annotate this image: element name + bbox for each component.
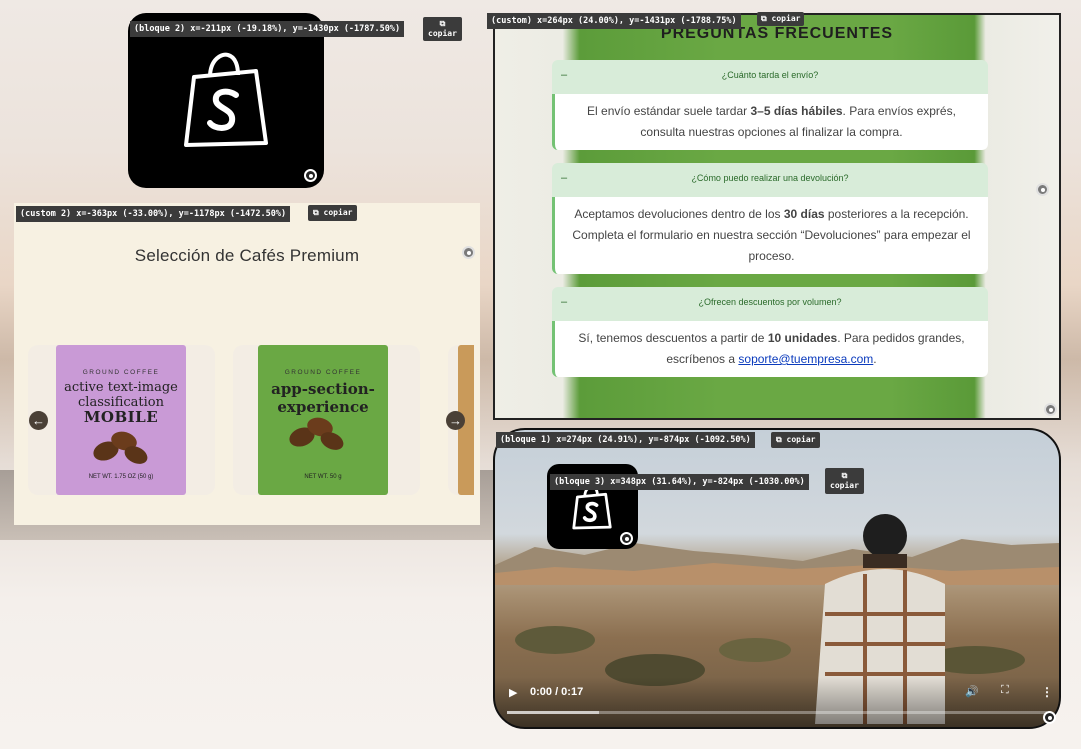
copy-button-faq[interactable]: ⧉ copiar [757, 12, 805, 26]
drag-handle-faq[interactable] [1044, 403, 1057, 416]
carousel-next-button[interactable]: → [446, 411, 465, 430]
copy-icon: ⧉ [776, 435, 782, 444]
coffee-beans-icon [93, 431, 148, 464]
drag-handle-logo-small[interactable] [620, 532, 633, 545]
faq-answer: Sí, tenemos descuentos a partir de 10 un… [552, 321, 988, 377]
copy-label: copiar [786, 435, 816, 444]
carousel-title: Selección de Cafés Premium [134, 246, 360, 265]
faq-question[interactable]: – ¿Ofrecen descuentos por volumen? [552, 287, 988, 321]
product-name-line3: MOBILE [83, 408, 159, 426]
video-progress-bar[interactable] [507, 711, 1047, 714]
copy-icon: ⧉ [313, 208, 319, 217]
faq-answer-bold: 30 días [783, 207, 825, 221]
collapse-icon: – [561, 172, 568, 184]
faq-answer-text: . [873, 352, 877, 366]
position-tag-faq: (custom) x=264px (24.00%), y=-1431px (-1… [487, 13, 741, 29]
faq-answer: Aceptamos devoluciones dentro de los 30 … [552, 197, 988, 274]
shopify-bag-icon [572, 485, 612, 530]
faq-answer-bold: 10 unidades [767, 331, 838, 345]
product-card[interactable]: GROUND COFFEE app-section- experience NE… [233, 345, 420, 495]
faq-section: PREGUNTAS FRECUENTES – ¿Cuánto tarda el … [493, 13, 1061, 420]
faq-question-text: ¿Cuánto tarda el envío? [721, 70, 819, 80]
copy-button-logo-small[interactable]: ⧉ copiar [825, 468, 864, 494]
copy-label: copiar [323, 208, 353, 217]
collapse-icon: – [561, 296, 568, 308]
faq-question-text: ¿Cómo puedo realizar una devolución? [691, 173, 849, 183]
shopify-bag-icon [184, 52, 268, 147]
carousel-track: GROUND COFFEE active text-image classifi… [28, 345, 474, 495]
faq-answer: El envío estándar suele tardar 3–5 días … [552, 94, 988, 150]
copy-icon: ⧉ [761, 14, 767, 23]
copy-label: copiar [428, 29, 457, 38]
copy-icon: ⧉ [439, 19, 446, 28]
product-weight: NET WT. 1.75 OZ (50 g) [88, 474, 154, 480]
collapse-icon: – [561, 69, 568, 81]
copy-label: copiar [830, 481, 859, 490]
video-time: 0:00 / 0:17 [530, 686, 584, 698]
product-weight: NET WT. 50 g [304, 474, 342, 480]
faq-answer-text: Aceptamos devoluciones dentro de los [574, 207, 784, 221]
faq-answer-text: Sí, tenemos descuentos a partir de [578, 331, 768, 345]
drag-handle-video[interactable] [1043, 711, 1056, 724]
position-tag-logo: (bloque 2) x=-211px (-19.18%), y=-1430px… [130, 21, 405, 37]
fullscreen-icon[interactable]: ⛶ [1001, 684, 1009, 697]
product-brand: GROUND COFFEE [284, 369, 362, 376]
support-email-link[interactable]: soporte@tuempresa.com [738, 352, 873, 366]
faq-question[interactable]: – ¿Cuánto tarda el envío? [552, 60, 988, 94]
volume-icon[interactable]: 🔊 [965, 685, 979, 698]
product-brand: GROUND COFFEE [82, 369, 160, 376]
position-tag-video: (bloque 1) x=274px (24.91%), y=-874px (-… [496, 432, 755, 448]
carousel-prev-button[interactable]: ← [29, 411, 48, 430]
position-tag-carousel: (custom 2) x=-363px (-33.00%), y=-1178px… [16, 206, 291, 222]
faq-question[interactable]: – ¿Cómo puedo realizar una devolución? [552, 163, 988, 197]
product-name-line1: app-section- [271, 380, 375, 398]
product-name: app-section- experience [264, 380, 382, 416]
drag-handle-logo[interactable] [304, 169, 317, 182]
faq-item[interactable]: – ¿Cuánto tarda el envío? El envío están… [552, 60, 988, 150]
product-card[interactable]: GROUND COFFEE active text-image classifi… [28, 345, 215, 495]
copy-button-logo[interactable]: ⧉ copiar [423, 17, 462, 41]
position-tag-logo-small: (bloque 3) x=348px (31.64%), y=-824px (-… [550, 474, 809, 490]
faq-answer-bold: 3–5 días hábiles [750, 104, 843, 118]
faq-item[interactable]: – ¿Ofrecen descuentos por volumen? Sí, t… [552, 287, 988, 377]
faq-item[interactable]: – ¿Cómo puedo realizar una devolución? A… [552, 163, 988, 274]
copy-label: copiar [771, 14, 801, 23]
drag-handle-carousel[interactable] [462, 246, 475, 259]
more-options-icon[interactable]: ⋮ [1041, 685, 1053, 699]
copy-button-video[interactable]: ⧉ copiar [771, 432, 821, 448]
product-carousel: Selección de Cafés Premium GROUND COFFEE… [14, 203, 480, 525]
faq-question-text: ¿Ofrecen descuentos por volumen? [698, 297, 842, 307]
drag-handle-faq-side[interactable] [1036, 183, 1049, 196]
copy-icon: ⧉ [841, 471, 848, 480]
product-name: active text-image classification MOBILE [62, 380, 180, 425]
faq-answer-text: El envío estándar suele tardar [587, 104, 751, 118]
coffee-beans-icon [289, 417, 344, 450]
product-name-line1: active text-image [64, 380, 178, 395]
product-bag: GROUND COFFEE app-section- experience NE… [258, 345, 388, 495]
logo-block[interactable] [128, 13, 324, 188]
play-icon[interactable]: ▶ [509, 686, 517, 699]
copy-button-carousel[interactable]: ⧉ copiar [308, 205, 358, 221]
video-buffered-bar [507, 711, 599, 714]
product-bag: GROUND COFFEE active text-image classifi… [56, 345, 186, 495]
